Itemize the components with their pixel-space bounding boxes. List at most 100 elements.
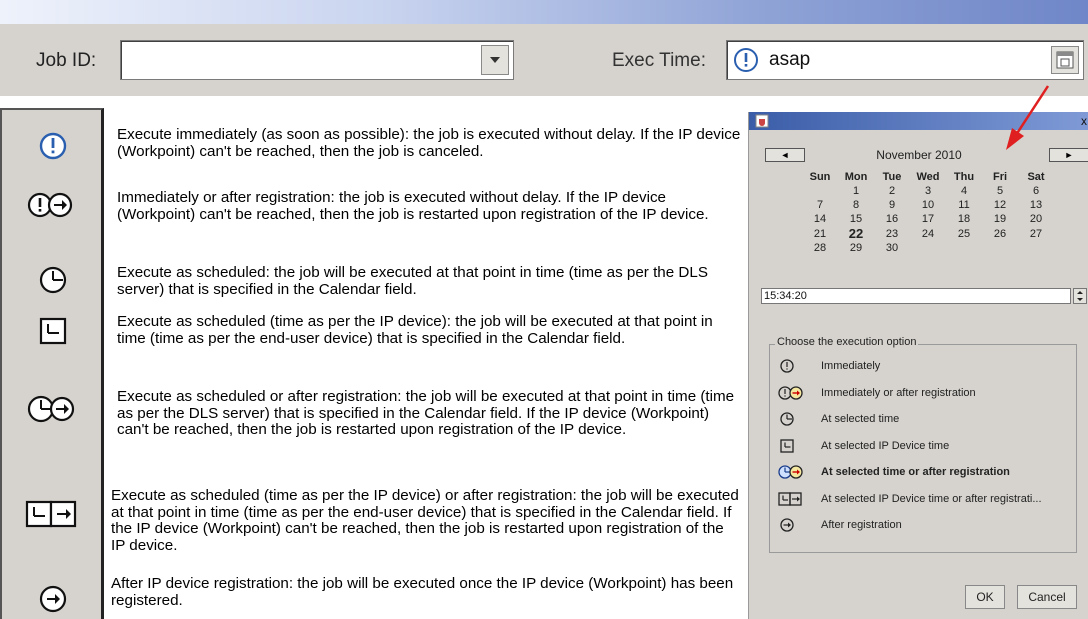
calendar-day[interactable]: 11 [946, 198, 982, 212]
exec-time-dialog: x ◄ November 2010 ► Sun Mon Tue Wed Thu Fri Sa… [748, 112, 1088, 619]
exec-time-value: asap [769, 49, 811, 70]
immediately-or-after-registration-icon [27, 192, 73, 218]
calendar-day[interactable]: 12 [982, 198, 1018, 212]
immediately-icon [780, 359, 794, 373]
clock-or-after-registration-icon [27, 395, 75, 423]
dialog-close-button[interactable]: x [1081, 114, 1087, 128]
ok-button[interactable]: OK [965, 585, 1005, 609]
ip-device-time-or-after-registration-icon [25, 500, 77, 528]
next-month-button[interactable]: ► [1049, 148, 1088, 162]
calendar-day [946, 241, 982, 255]
calendar-grid: Sun Mon Tue Wed Thu Fri Sat 1 2 3 4 5 6 7 8 9 10 11 12 13 1… [802, 170, 1054, 255]
execution-options-legend: Choose the execution option [775, 336, 919, 348]
calendar-day[interactable]: 17 [910, 212, 946, 226]
description-scheduled-ip-device-time: Execute as scheduled (time as per the IP… [117, 313, 713, 347]
spinner-arrows-icon [1077, 291, 1083, 301]
toolbar-separator [0, 96, 1088, 104]
calendar-day[interactable]: 20 [1018, 212, 1054, 226]
execution-option[interactable]: At selected IP Device time [777, 436, 1075, 456]
description-ip-device-time-or-after-registration: Execute as scheduled (time as per the IP… [111, 487, 739, 554]
ip-device-time-icon [780, 438, 794, 453]
weekday-header: Thu [953, 171, 975, 183]
description-scheduled-or-after-registration: Execute as scheduled or after registrati… [117, 388, 735, 439]
calendar-day[interactable]: 6 [1018, 184, 1054, 198]
calendar-day[interactable]: 30 [874, 241, 910, 255]
execution-option-label: Immediately or after registration [821, 386, 976, 399]
calendar-day[interactable]: 23 [874, 226, 910, 241]
execution-option[interactable]: After registration [777, 515, 1075, 535]
job-id-combobox[interactable] [120, 40, 514, 80]
dialog-title-bar: x [749, 112, 1088, 130]
after-registration-icon [39, 585, 67, 613]
description-after-registration: After IP device registration: the job wi… [111, 575, 734, 609]
calendar-day[interactable]: 5 [982, 184, 1018, 198]
execution-option[interactable]: At selected time or after registration [777, 462, 1075, 482]
calendar-day[interactable]: 16 [874, 212, 910, 226]
icon-legend-strip [0, 108, 104, 619]
execution-option-label: At selected time or after registration [821, 466, 1010, 478]
time-spinner[interactable] [1073, 288, 1087, 304]
window-title-bar [0, 0, 1088, 24]
calendar-day[interactable]: 3 [910, 184, 946, 198]
clock-icon [39, 266, 67, 294]
ip-device-time-or-after-registration-icon [778, 491, 802, 506]
job-id-label: Job ID: [36, 50, 97, 71]
calendar-day[interactable]: 28 [802, 241, 838, 255]
calendar-day[interactable]: 13 [1018, 198, 1054, 212]
execution-option-label: Immediately [821, 360, 881, 372]
calendar-day[interactable]: 26 [982, 226, 1018, 241]
calendar-month-label: November 2010 [876, 148, 962, 162]
calendar-day[interactable]: 25 [946, 226, 982, 241]
calendar-day[interactable]: 19 [982, 212, 1018, 226]
after-registration-icon [780, 518, 794, 532]
calendar-day[interactable]: 15 [838, 212, 874, 226]
calendar-day[interactable]: 2 [874, 184, 910, 198]
calendar-day [1018, 241, 1054, 255]
calendar-day [982, 241, 1018, 255]
execution-option[interactable]: At selected IP Device time or after regi… [777, 489, 1075, 509]
weekday-header: Fri [992, 171, 1008, 183]
description-immediately: Execute immediately (as soon as possible… [117, 126, 741, 160]
time-input[interactable]: 15:34:20 [761, 288, 1071, 304]
calendar-day[interactable]: 24 [910, 226, 946, 241]
calendar-day[interactable]: 18 [946, 212, 982, 226]
execution-option-label: At selected time [821, 413, 900, 425]
execution-option-label: After registration [821, 519, 902, 531]
calendar-day [802, 184, 838, 198]
execution-option-label: At selected IP Device time [821, 439, 950, 452]
ip-device-time-icon [39, 317, 67, 345]
exec-time-field[interactable]: asap [726, 40, 1084, 80]
weekday-header: Mon [844, 171, 868, 183]
execution-option[interactable]: Immediately or after registration [777, 383, 1075, 403]
calendar-day[interactable]: 14 [802, 212, 838, 226]
weekday-header: Sun [809, 171, 831, 183]
job-toolbar: Job ID: Exec Time: asap [0, 24, 1088, 96]
calendar-day[interactable]: 21 [802, 226, 838, 241]
calendar-day[interactable]: 9 [874, 198, 910, 212]
calendar-button[interactable] [1051, 46, 1079, 74]
calendar-day[interactable]: 8 [838, 198, 874, 212]
exec-time-label: Exec Time: [612, 50, 706, 71]
calendar-day[interactable]: 29 [838, 241, 874, 255]
description-scheduled: Execute as scheduled: the job will be ex… [117, 264, 708, 298]
cancel-button[interactable]: Cancel [1017, 585, 1077, 609]
immediately-or-after-registration-icon [778, 385, 803, 400]
calendar-day[interactable]: 10 [910, 198, 946, 212]
calendar-day[interactable]: 4 [946, 184, 982, 198]
execution-option[interactable]: Immediately [777, 356, 1075, 376]
weekday-header: Wed [916, 171, 940, 183]
calendar-day[interactable]: 1 [838, 184, 874, 198]
calendar-day[interactable]: 27 [1018, 226, 1054, 241]
java-cup-icon [755, 114, 769, 128]
calendar-day[interactable]: 7 [802, 198, 838, 212]
clock-icon [780, 412, 794, 426]
job-id-dropdown-button[interactable] [481, 45, 509, 75]
weekday-header: Sat [1027, 171, 1045, 183]
immediately-icon [39, 132, 67, 160]
weekday-header: Tue [882, 171, 902, 183]
clock-or-after-registration-icon [778, 465, 803, 479]
execution-option[interactable]: At selected time [777, 409, 1075, 429]
calendar-day[interactable]: 22 [838, 226, 874, 241]
calendar-day [910, 241, 946, 255]
immediately-icon [734, 48, 758, 72]
